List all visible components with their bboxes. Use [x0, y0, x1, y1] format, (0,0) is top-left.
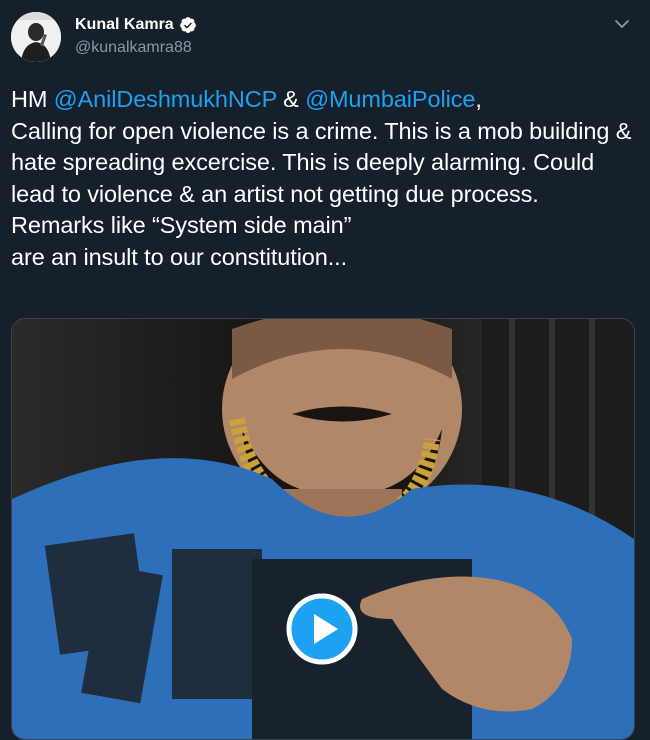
handle[interactable]: @kunalkamra88 — [75, 39, 197, 57]
name-row: Kunal Kamra — [75, 14, 197, 36]
tweet-body: Calling for open violence is a crime. Th… — [11, 117, 632, 270]
tweet-suffix: , — [475, 86, 482, 112]
chevron-down-icon[interactable] — [612, 14, 632, 34]
author-block: Kunal Kamra @kunalkamra88 — [75, 14, 197, 57]
avatar-image — [11, 12, 61, 62]
mention-link[interactable]: @MumbaiPolice — [305, 86, 475, 112]
video-thumbnail — [12, 319, 634, 739]
tweet-card: Kunal Kamra @kunalkamra88 HM @AnilDeshmu… — [0, 0, 650, 740]
mention-link[interactable]: @AnilDeshmukhNCP — [54, 86, 277, 112]
verified-badge-icon — [179, 17, 196, 33]
avatar[interactable] — [11, 12, 61, 62]
video-player[interactable] — [11, 318, 635, 740]
tweet-text: HM @AnilDeshmukhNCP & @MumbaiPolice, Cal… — [11, 84, 636, 273]
tweet-prefix: HM — [11, 86, 54, 112]
tweet-joiner: & — [276, 86, 306, 112]
display-name[interactable]: Kunal Kamra — [75, 16, 174, 34]
play-icon[interactable] — [286, 593, 358, 665]
